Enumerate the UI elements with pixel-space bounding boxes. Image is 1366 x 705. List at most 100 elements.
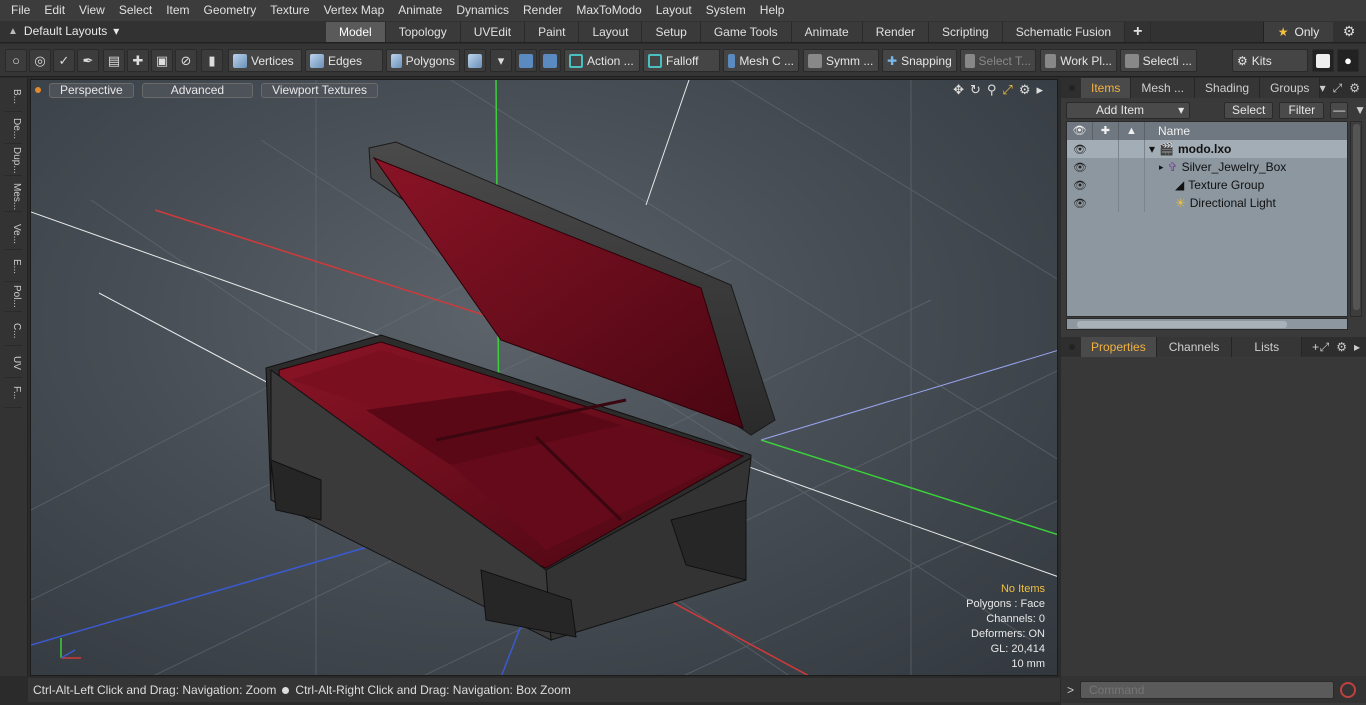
- symmetry-button[interactable]: Symm ...: [803, 49, 879, 72]
- left-tab-edge[interactable]: E...: [4, 252, 22, 282]
- menu-system[interactable]: System: [699, 0, 753, 21]
- items-vertical-scrollbar[interactable]: [1350, 121, 1362, 317]
- panel-gear-icon[interactable]: ⚙: [1349, 81, 1360, 96]
- gear-icon[interactable]: ⚙: [1340, 23, 1358, 41]
- menu-layout[interactable]: Layout: [649, 0, 699, 21]
- tab-shading[interactable]: Shading: [1195, 78, 1261, 98]
- chevron-down-icon[interactable]: ▾: [1320, 81, 1326, 96]
- unity-button[interactable]: [1312, 49, 1334, 72]
- mesh-constraints-button[interactable]: Mesh C ...: [723, 49, 799, 72]
- lock-column-icon[interactable]: ✚: [1093, 122, 1119, 140]
- tab-items[interactable]: Items: [1081, 78, 1132, 98]
- align-button[interactable]: ▤: [103, 49, 125, 72]
- tab-paint[interactable]: Paint: [525, 22, 580, 42]
- unreal-button[interactable]: ●: [1337, 49, 1359, 72]
- soft-select-button[interactable]: [515, 49, 537, 72]
- left-tab-polygon[interactable]: Pol...: [4, 282, 22, 312]
- visibility-eye-icon[interactable]: 👁: [1067, 122, 1093, 140]
- list-item[interactable]: 👁 ▸ ✞ Silver_Jewelry_Box: [1067, 158, 1347, 176]
- eye-icon[interactable]: 👁: [1067, 143, 1093, 156]
- slash-circle-button[interactable]: ⊘: [175, 49, 197, 72]
- jewelry-box-model[interactable]: [265, 141, 776, 641]
- advanced-button[interactable]: Advanced: [141, 82, 254, 98]
- move-icon[interactable]: ✥: [953, 82, 964, 98]
- viewport-menu-dot[interactable]: [35, 87, 41, 93]
- zoom-icon[interactable]: ⚲: [987, 82, 997, 98]
- menu-help[interactable]: Help: [753, 0, 792, 21]
- expand-arrow-icon[interactable]: ▸: [1159, 162, 1164, 173]
- panel-gear-icon[interactable]: ⚙: [1336, 340, 1347, 355]
- collapse-icon[interactable]: ▲: [8, 26, 18, 37]
- tab-model[interactable]: Model: [326, 22, 386, 42]
- items-horizontal-scrollbar[interactable]: [1066, 318, 1348, 330]
- tab-properties[interactable]: Properties: [1081, 337, 1157, 357]
- menu-geometry[interactable]: Geometry: [197, 0, 264, 21]
- select-through-button[interactable]: Select T...: [960, 49, 1036, 72]
- expand-arrow-icon[interactable]: ▸: [1354, 340, 1360, 355]
- snapping-button[interactable]: ✚ Snapping: [882, 49, 957, 72]
- scene-render[interactable]: [31, 80, 1058, 676]
- left-tab-deform[interactable]: De...: [4, 114, 22, 144]
- expand-arrow-icon[interactable]: ▾: [1149, 142, 1155, 156]
- viewport-textures-button[interactable]: Viewport Textures: [261, 82, 379, 98]
- expand-arrow-icon[interactable]: ▸: [1036, 82, 1043, 98]
- command-input[interactable]: [1080, 680, 1335, 699]
- list-item[interactable]: 👁 ▾ 🎬 modo.lxo: [1067, 140, 1347, 158]
- scrollbar-thumb[interactable]: [1353, 124, 1360, 310]
- scrollbar-thumb[interactable]: [1077, 321, 1287, 328]
- menu-vertex-map[interactable]: Vertex Map: [317, 0, 392, 21]
- action-center-button[interactable]: Action ...: [564, 49, 640, 72]
- tab-topology[interactable]: Topology: [385, 22, 461, 42]
- perspective-button[interactable]: Perspective: [49, 82, 134, 98]
- kits-button[interactable]: ⚙ Kits: [1232, 49, 1308, 72]
- select-button[interactable]: Select: [1224, 101, 1274, 119]
- polygons-button[interactable]: Polygons: [386, 49, 460, 72]
- 3d-viewport[interactable]: Perspective Advanced Viewport Textures ✥…: [30, 79, 1058, 676]
- left-tab-uv[interactable]: UV: [4, 348, 22, 378]
- menu-file[interactable]: File: [4, 0, 37, 21]
- menu-select[interactable]: Select: [112, 0, 159, 21]
- tab-animate[interactable]: Animate: [791, 22, 863, 42]
- globe-button[interactable]: ◎: [29, 49, 51, 72]
- rotate-icon[interactable]: ↻: [970, 82, 981, 98]
- tab-channels[interactable]: Channels: [1156, 337, 1233, 357]
- left-tab-curve[interactable]: C...: [4, 316, 22, 346]
- center-button[interactable]: ✚: [127, 49, 149, 72]
- render-column-icon[interactable]: ▲: [1119, 122, 1145, 140]
- tab-lists[interactable]: Lists: [1232, 337, 1303, 357]
- funnel-icon[interactable]: ▼: [1354, 103, 1366, 117]
- pen-button[interactable]: ✓: [53, 49, 75, 72]
- tab-groups[interactable]: Groups: [1260, 78, 1321, 98]
- list-item[interactable]: 👁 ◢ Texture Group: [1067, 176, 1347, 194]
- layout-selector[interactable]: ▲ Default Layouts ▾: [8, 24, 119, 38]
- menu-maxtomodo[interactable]: MaxToModo: [569, 0, 648, 21]
- add-item-button[interactable]: Add Item ▾: [1066, 101, 1191, 119]
- box-button[interactable]: ▣: [151, 49, 173, 72]
- menu-item[interactable]: Item: [159, 0, 196, 21]
- eye-icon[interactable]: 👁: [1067, 197, 1093, 210]
- vertices-button[interactable]: Vertices: [228, 49, 302, 72]
- panel-menu-dot[interactable]: [1069, 85, 1075, 91]
- menu-edit[interactable]: Edit: [37, 0, 72, 21]
- maximize-icon[interactable]: ⤢: [1333, 81, 1343, 96]
- edges-button[interactable]: Edges: [305, 49, 383, 72]
- falloff-button[interactable]: Falloff: [643, 49, 720, 72]
- record-icon[interactable]: [1340, 681, 1357, 698]
- menu-render[interactable]: Render: [516, 0, 569, 21]
- menu-texture[interactable]: Texture: [263, 0, 316, 21]
- left-tab-mesh[interactable]: Mes...: [4, 182, 22, 212]
- left-tab-vertex[interactable]: Ve...: [4, 220, 22, 250]
- left-tab-b[interactable]: B...: [4, 82, 22, 112]
- menu-dynamics[interactable]: Dynamics: [449, 0, 516, 21]
- menu-view[interactable]: View: [72, 0, 112, 21]
- filter-button[interactable]: Filter: [1279, 101, 1325, 119]
- collapse-list-button[interactable]: —: [1330, 101, 1349, 119]
- tab-mesh[interactable]: Mesh ...: [1131, 78, 1196, 98]
- name-column-header[interactable]: Name: [1145, 124, 1190, 138]
- left-tab-fusion[interactable]: F...: [4, 378, 22, 408]
- list-item[interactable]: 👁 ☀ Directional Light: [1067, 194, 1347, 212]
- eye-icon[interactable]: 👁: [1067, 161, 1093, 174]
- symmetry-shield-button[interactable]: [539, 49, 561, 72]
- tab-uvedit[interactable]: UVEdit: [460, 22, 526, 42]
- tab-schematic-fusion[interactable]: Schematic Fusion: [1002, 22, 1126, 42]
